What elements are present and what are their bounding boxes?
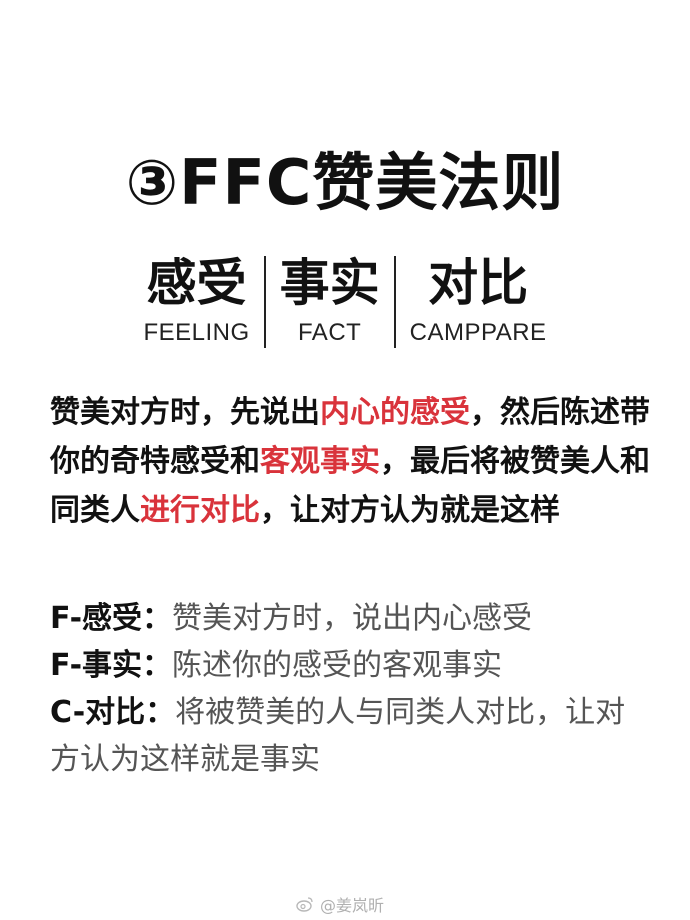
definition-value: 陈述你的感受的客观事实 bbox=[172, 648, 503, 683]
definition-item-feeling: F-感受：赞美对方时，说出内心感受 bbox=[50, 595, 650, 642]
pillar-compare: 对比 CAMPPARE bbox=[396, 252, 561, 348]
highlight-feeling: 内心的感受 bbox=[320, 395, 470, 430]
pillar-feeling-cn: 感受 bbox=[146, 254, 247, 312]
definition-item-compare: C-对比：将被赞美的人与同类人对比，让对方认为这样就是事实 bbox=[50, 689, 650, 783]
pillar-feeling: 感受 FEELING bbox=[129, 252, 263, 348]
pillar-feeling-en: FEELING bbox=[143, 319, 250, 346]
pillar-fact-en: FACT bbox=[297, 319, 362, 346]
definition-item-fact: F-事实：陈述你的感受的客观事实 bbox=[50, 642, 650, 689]
highlight-fact: 客观事实 bbox=[260, 444, 380, 479]
watermark: @姜岚昕 bbox=[296, 892, 384, 916]
definition-key: F-事实： bbox=[50, 648, 173, 683]
pillar-fact: 事实 FACT bbox=[266, 252, 394, 348]
highlight-compare: 进行对比 bbox=[140, 493, 260, 528]
watermark-text: @姜岚昕 bbox=[320, 896, 385, 915]
definition-key: C-对比： bbox=[50, 695, 176, 730]
weibo-icon bbox=[296, 896, 314, 912]
page-title: ③FFC赞美法则 bbox=[125, 146, 565, 219]
description-paragraph: 赞美对方时，先说出内心的感受，然后陈述带你的奇特感受和客观事实，最后将被赞美人和… bbox=[50, 388, 650, 535]
definition-value: 赞美对方时，说出内心感受 bbox=[172, 601, 533, 636]
pillar-compare-en: CAMPPARE bbox=[409, 319, 547, 346]
pillar-compare-cn: 对比 bbox=[428, 254, 529, 312]
paragraph-text: ，让对方认为就是这样 bbox=[260, 493, 560, 528]
paragraph-text: 赞美对方时，先说出 bbox=[50, 395, 320, 430]
definitions-list: F-感受：赞美对方时，说出内心感受 F-事实：陈述你的感受的客观事实 C-对比：… bbox=[50, 595, 650, 783]
pillar-fact-cn: 事实 bbox=[279, 254, 380, 312]
ffc-pillars: 感受 FEELING 事实 FACT 对比 CAMPPARE bbox=[95, 252, 595, 348]
definition-key: F-感受： bbox=[50, 601, 173, 636]
